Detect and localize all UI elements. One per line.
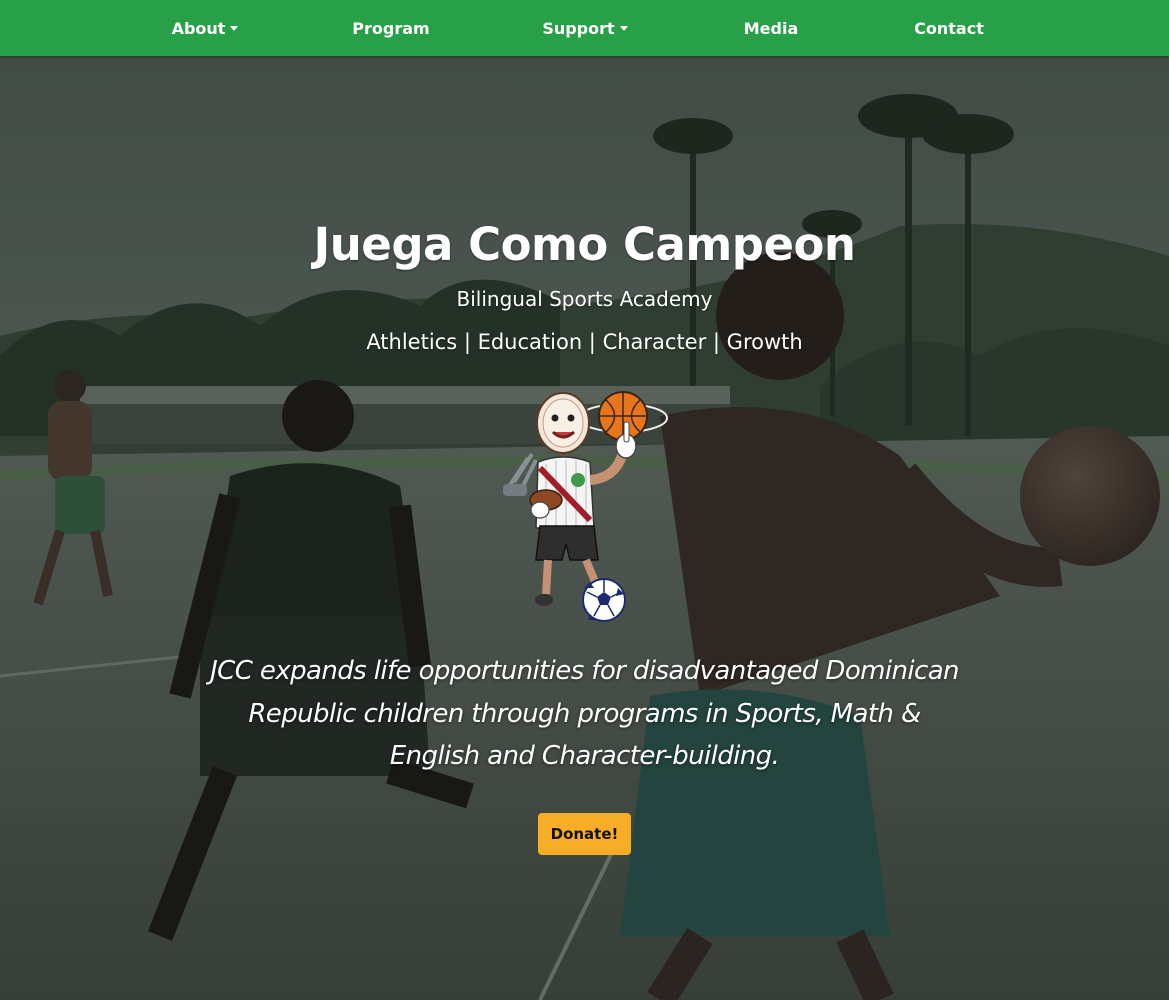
top-navbar: About Program Support Media Contact — [0, 0, 1169, 56]
nav-program[interactable]: Program — [346, 0, 436, 56]
basketball-icon — [598, 391, 648, 441]
donate-button[interactable]: Donate! — [538, 813, 631, 855]
hero-section: Juega Como Campeon Bilingual Sports Acad… — [0, 56, 1169, 1000]
chevron-down-icon — [619, 26, 628, 31]
hero-mission-statement: JCC expands life opportunities for disad… — [210, 656, 959, 771]
nav-media[interactable]: Media — [726, 0, 816, 56]
nav-about-label: About — [171, 18, 226, 38]
hero-pillars: Athletics | Education | Character | Grow… — [366, 330, 803, 354]
nav-about[interactable]: About — [160, 0, 250, 56]
nav-program-label: Program — [352, 18, 430, 38]
hero-subtitle: Bilingual Sports Academy — [456, 287, 713, 311]
nav-support[interactable]: Support — [535, 0, 635, 56]
chevron-down-icon — [230, 26, 239, 31]
nav-contact[interactable]: Contact — [904, 0, 994, 56]
hero-title: Juega Como Campeon — [313, 218, 856, 271]
mascot-logo — [503, 391, 668, 622]
soccer-ball-icon — [582, 578, 626, 622]
nav-support-label: Support — [542, 18, 615, 38]
nav-media-label: Media — [743, 18, 799, 38]
nav-contact-label: Contact — [914, 18, 984, 38]
